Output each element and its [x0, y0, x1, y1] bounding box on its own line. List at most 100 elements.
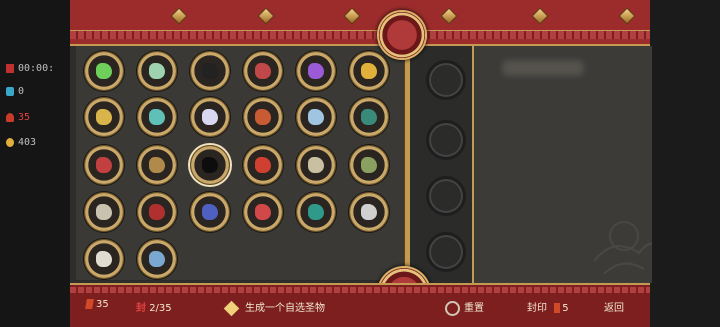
shield-icon [308, 157, 324, 173]
item-green-mask[interactable] [349, 145, 389, 185]
gold-stud-icon [440, 7, 458, 25]
item-green-ore[interactable] [349, 97, 389, 137]
currency-counter: 35 [85, 299, 109, 310]
top-banner [70, 0, 650, 46]
blue-shard-icon [202, 204, 218, 220]
red-crystal-icon [554, 303, 561, 313]
teal-leaf-icon [308, 204, 324, 220]
mask-icon [361, 157, 377, 173]
diamond-icon [223, 300, 240, 316]
relic-panel [70, 0, 652, 327]
item-jade-talisman[interactable] [137, 51, 177, 91]
top-medallion-icon [377, 10, 427, 60]
empty-slot[interactable] [426, 232, 466, 272]
item-blue-claw[interactable] [296, 97, 336, 137]
hud-stat-curse: 35 [6, 112, 30, 123]
shadow-beast-icon [202, 157, 218, 173]
item-dark-beast[interactable] [190, 145, 230, 185]
bottom-pattern [70, 287, 650, 293]
arrows-icon [255, 63, 271, 79]
green-ore-icon [361, 109, 377, 125]
left-hud: 00:00: 0 35 403 [0, 0, 72, 327]
hud-timer-text: 00:00: [18, 63, 55, 74]
red-crystal-icon [85, 299, 94, 309]
gold-icon [6, 137, 14, 147]
seal-cost-text: 5 [562, 303, 569, 314]
hud-stat2-text: 35 [18, 112, 31, 123]
green-orb-icon [96, 63, 112, 79]
gold-stud-icon [531, 7, 549, 25]
item-gold-scroll[interactable] [349, 51, 389, 91]
hud-stat3-text: 403 [18, 137, 37, 148]
item-red-heart[interactable] [243, 145, 283, 185]
generate-relic-button[interactable]: 生成一个自选圣物 [223, 299, 325, 316]
back-label: 返回 [604, 303, 624, 314]
item-stone-shell[interactable] [84, 192, 124, 232]
reset-label: 重置 [464, 303, 484, 314]
pot-icon [149, 157, 165, 173]
hud-stat-gold: 403 [6, 137, 36, 148]
back-button[interactable]: 返回 [604, 299, 624, 314]
gold-stud-icon [170, 7, 188, 25]
cyan-bell-icon [149, 109, 165, 125]
item-green-orb[interactable] [84, 51, 124, 91]
top-pattern [70, 30, 650, 39]
gold-stud-icon [257, 7, 275, 25]
purple-crystal-icon [308, 63, 324, 79]
item-red-claws[interactable] [137, 192, 177, 232]
generate-label: 生成一个自选圣物 [245, 303, 325, 314]
gold-stud-icon [343, 7, 361, 25]
item-teal-leaf[interactable] [296, 192, 336, 232]
white-orb-icon [202, 109, 218, 125]
item-red-leaf[interactable] [243, 97, 283, 137]
empty-slot[interactable] [426, 176, 466, 216]
hud-stat1-text: 0 [18, 86, 25, 97]
item-black-bomb[interactable] [190, 51, 230, 91]
item-bronze-pot[interactable] [137, 145, 177, 185]
red-feather-icon [96, 157, 112, 173]
reset-button[interactable]: 重置 [445, 299, 484, 316]
curse-icon [6, 112, 14, 122]
horn-icon [361, 204, 377, 220]
gold-stud-icon [618, 7, 636, 25]
item-red-arrows[interactable] [243, 51, 283, 91]
red-claws-icon [149, 204, 165, 220]
hourglass-icon [6, 63, 14, 73]
item-red-wings[interactable] [243, 192, 283, 232]
item-gold-coins[interactable] [84, 97, 124, 137]
item-white-orb[interactable] [190, 97, 230, 137]
seal-glyph: 封 [136, 303, 146, 314]
item-blue-shard[interactable] [190, 192, 230, 232]
item-red-feather[interactable] [84, 145, 124, 185]
seal-button[interactable]: 封印 5 [527, 299, 569, 314]
relic-detail-panel [472, 46, 652, 283]
red-leaf-icon [255, 109, 271, 125]
fang-icon [149, 251, 165, 267]
cell-icon [6, 86, 14, 96]
empty-slot[interactable] [426, 60, 466, 100]
circle-icon [445, 300, 460, 316]
currency-text: 35 [96, 299, 109, 310]
relic-slots [410, 46, 472, 283]
gold-scroll-icon [361, 63, 377, 79]
item-cyan-bell[interactable] [137, 97, 177, 137]
seal-label: 封印 [527, 303, 547, 314]
seal-count-text: 2/35 [149, 303, 172, 314]
shell-icon [96, 204, 112, 220]
jade-talisman-icon [149, 63, 165, 79]
item-blue-fang[interactable] [137, 239, 177, 279]
item-purple-crystal[interactable] [296, 51, 336, 91]
claw-icon [308, 109, 324, 125]
red-heart-icon [255, 157, 271, 173]
seal-counter: 封 2/35 [136, 299, 172, 314]
item-bone-dragon[interactable] [84, 239, 124, 279]
empty-slot[interactable] [426, 120, 466, 160]
coins-icon [96, 109, 112, 125]
hud-timer: 00:00: [6, 63, 54, 74]
item-silver-shield[interactable] [296, 145, 336, 185]
game-screen: 00:00: 0 35 403 35 封 2/35 生成一个自选圣物 重置 封印… [0, 0, 720, 327]
bomb-icon [202, 63, 218, 79]
item-silver-horn[interactable] [349, 192, 389, 232]
cloud-pattern [593, 221, 652, 275]
hud-stat-cells: 0 [6, 86, 24, 97]
